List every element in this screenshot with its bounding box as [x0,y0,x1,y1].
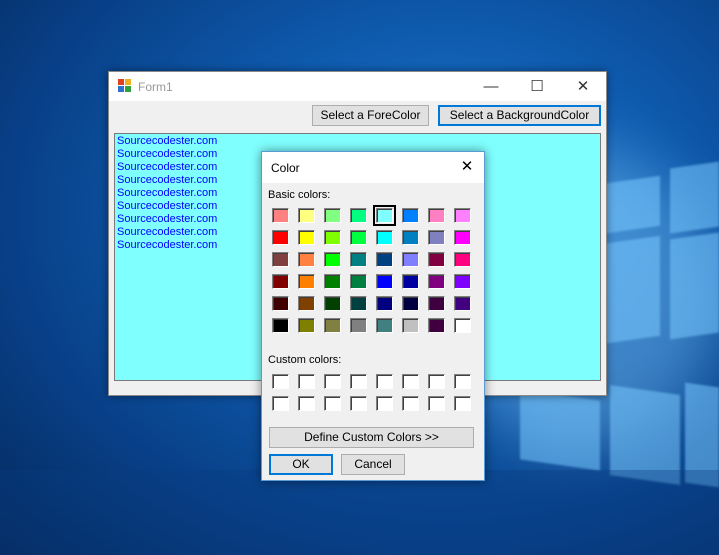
form1-titlebar[interactable]: Form1 — ☐ ✕ [109,72,606,101]
basic-color-swatch[interactable] [350,318,367,333]
custom-colors-label: Custom colors: [268,354,342,366]
color-dialog: Color ✕ Basic colors: Custom colors: Def… [261,151,485,481]
define-custom-colors-button[interactable]: Define Custom Colors >> [269,427,474,448]
basic-color-swatch[interactable] [428,230,445,245]
basic-color-swatch[interactable] [373,205,396,226]
close-button[interactable]: ✕ [560,72,606,101]
basic-color-swatch[interactable] [298,208,315,223]
custom-color-swatch[interactable] [298,374,315,389]
basic-color-swatch[interactable] [350,252,367,267]
basic-color-swatch[interactable] [298,230,315,245]
basic-color-swatch[interactable] [376,230,393,245]
basic-color-swatch[interactable] [324,296,341,311]
cancel-button[interactable]: Cancel [341,454,405,475]
basic-color-swatch[interactable] [428,274,445,289]
basic-color-swatch[interactable] [376,296,393,311]
custom-color-swatch[interactable] [324,374,341,389]
basic-color-swatch[interactable] [402,296,419,311]
basic-color-swatch[interactable] [298,318,315,333]
basic-color-swatch[interactable] [402,274,419,289]
basic-color-swatch[interactable] [402,230,419,245]
basic-color-swatch[interactable] [454,318,471,333]
basic-color-swatch[interactable] [298,252,315,267]
basic-color-swatch[interactable] [376,274,393,289]
basic-color-swatch[interactable] [454,252,471,267]
basic-color-swatch[interactable] [402,208,419,223]
basic-color-swatch[interactable] [324,252,341,267]
basic-color-swatch[interactable] [428,208,445,223]
custom-color-swatch[interactable] [428,374,445,389]
custom-color-swatch[interactable] [298,396,315,411]
basic-color-swatch[interactable] [324,230,341,245]
custom-color-swatch[interactable] [454,374,471,389]
basic-color-swatch[interactable] [454,296,471,311]
custom-color-swatch[interactable] [350,374,367,389]
basic-color-swatch[interactable] [402,318,419,333]
custom-color-swatch[interactable] [376,374,393,389]
basic-color-swatch[interactable] [402,252,419,267]
basic-color-swatch[interactable] [350,296,367,311]
basic-color-swatch[interactable] [272,208,289,223]
basic-color-swatch[interactable] [350,274,367,289]
custom-color-swatch[interactable] [324,396,341,411]
basic-color-swatch[interactable] [298,296,315,311]
basic-color-swatch[interactable] [428,252,445,267]
color-dialog-titlebar[interactable]: Color ✕ [262,152,484,183]
basic-color-swatch[interactable] [272,296,289,311]
form1-title: Form1 [138,80,173,94]
maximize-button[interactable]: ☐ [514,72,560,101]
custom-color-swatch[interactable] [454,396,471,411]
custom-color-swatch[interactable] [428,396,445,411]
select-backgroundcolor-button[interactable]: Select a BackgroundColor [438,105,601,126]
basic-color-swatch[interactable] [376,252,393,267]
custom-color-swatch[interactable] [402,374,419,389]
custom-color-swatch[interactable] [402,396,419,411]
basic-color-swatch[interactable] [298,274,315,289]
basic-color-swatch[interactable] [428,296,445,311]
basic-color-swatch[interactable] [350,230,367,245]
custom-color-swatch[interactable] [272,396,289,411]
dialog-close-button[interactable]: ✕ [456,157,478,177]
select-forecolor-button[interactable]: Select a ForeColor [312,105,429,126]
basic-colors-label: Basic colors: [268,189,331,201]
custom-color-swatch[interactable] [272,374,289,389]
minimize-button[interactable]: — [468,72,514,101]
basic-color-swatch[interactable] [324,208,341,223]
basic-color-swatch[interactable] [376,318,393,333]
custom-color-swatch[interactable] [376,396,393,411]
basic-color-swatch[interactable] [454,274,471,289]
basic-color-swatch[interactable] [350,208,367,223]
basic-color-swatch[interactable] [272,230,289,245]
basic-color-swatch[interactable] [324,274,341,289]
basic-color-swatch[interactable] [428,318,445,333]
custom-color-swatch[interactable] [350,396,367,411]
app-icon [118,79,132,93]
color-dialog-title: Color [271,161,300,175]
basic-color-swatch[interactable] [272,252,289,267]
text-line: Sourcecodester.com [117,135,218,147]
basic-color-swatch[interactable] [272,274,289,289]
basic-color-swatch[interactable] [272,318,289,333]
basic-color-swatch[interactable] [454,230,471,245]
ok-button[interactable]: OK [269,454,333,475]
basic-color-swatch[interactable] [324,318,341,333]
basic-color-swatch[interactable] [454,208,471,223]
